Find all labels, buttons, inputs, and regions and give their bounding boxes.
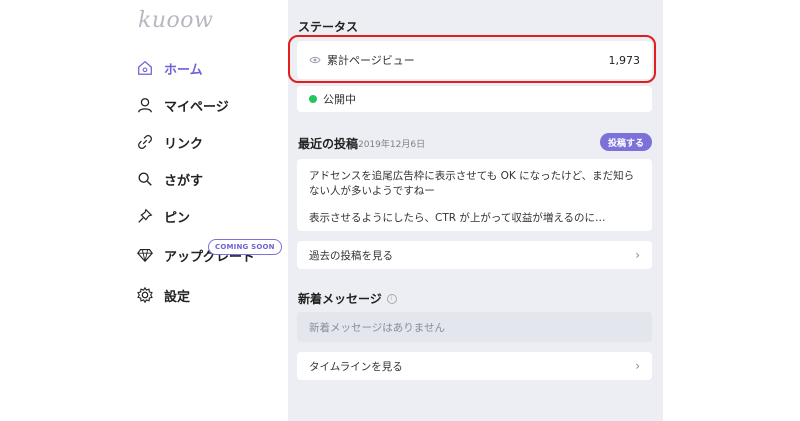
sidebar-item-home[interactable]: ホーム	[134, 55, 203, 81]
sidebar-item-label: リンク	[164, 136, 204, 152]
right-margin	[663, 0, 800, 421]
timeline-label: タイムラインを見る	[309, 360, 403, 373]
pin-icon	[134, 205, 156, 227]
past-posts-label: 過去の投稿を見る	[309, 249, 393, 262]
sidebar-item-settings[interactable]: 設定	[134, 282, 190, 308]
status-title: ステータス	[298, 20, 359, 34]
sidebar-item-label: ピン	[164, 210, 191, 226]
recent-post-date: 2019年12月6日	[358, 140, 426, 150]
gear-icon	[134, 284, 156, 306]
diamond-icon	[134, 244, 156, 266]
chevron-right-icon: ›	[635, 248, 640, 262]
coming-soon-badge: COMING SOON	[208, 239, 282, 255]
public-label: 公開中	[323, 93, 356, 106]
highlight-box	[288, 35, 656, 83]
sidebar-item-label: さがす	[164, 173, 204, 189]
sidebar-item-pin[interactable]: ピン	[134, 203, 190, 229]
post-text-1: アドセンスを追尾広告枠に表示させても OK になったけど、まだ知らない人が多いよ…	[309, 170, 635, 197]
sidebar-item-label: マイページ	[164, 99, 229, 115]
sidebar-item-mypage[interactable]: マイページ	[134, 92, 229, 118]
link-icon	[134, 131, 156, 153]
sidebar-item-search[interactable]: さがす	[134, 166, 203, 192]
past-posts-link[interactable]: 過去の投稿を見る ›	[297, 241, 652, 269]
sidebar-item-link[interactable]: リンク	[134, 129, 203, 155]
user-icon	[134, 94, 156, 116]
empty-messages: 新着メッセージはありません	[297, 312, 652, 342]
sidebar: kuoow ホーム マイページ リンク さがす ピン アップグレード COMIN…	[0, 0, 288, 421]
recent-post-card[interactable]: アドセンスを追尾広告枠に表示させても OK になったけど、まだ知らない人が多いよ…	[297, 159, 652, 231]
post-button[interactable]: 投稿する	[600, 133, 652, 151]
info-icon[interactable]: i	[386, 293, 397, 304]
home-icon	[134, 57, 156, 79]
messages-title-text: 新着メッセージ	[298, 292, 382, 306]
app-logo[interactable]: kuoow	[138, 8, 213, 33]
messages-title: 新着メッセージ i	[298, 290, 397, 307]
status-dot	[309, 95, 317, 103]
recent-posts-title: 最近の投稿	[298, 137, 359, 151]
post-text-2: 表示させるようにしたら、CTR が上がって収益が増えるのに…	[309, 212, 606, 224]
search-icon	[134, 168, 156, 190]
timeline-link[interactable]: タイムラインを見る ›	[297, 352, 652, 380]
public-status-card: 公開中	[297, 86, 652, 112]
sidebar-item-label: ホーム	[164, 62, 203, 78]
sidebar-item-label: 設定	[164, 289, 191, 305]
chevron-right-icon: ›	[635, 359, 640, 373]
